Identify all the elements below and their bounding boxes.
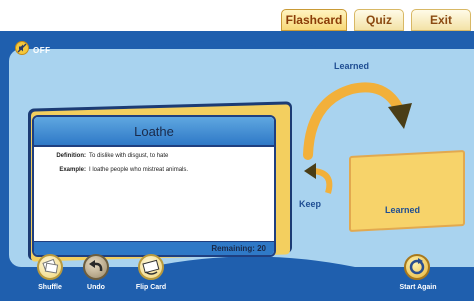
refresh-icon: [409, 258, 425, 275]
undo-icon: [89, 260, 103, 272]
sound-toggle[interactable]: OFF: [15, 41, 51, 60]
flip-card-button[interactable]: [138, 254, 164, 280]
learned-arrow-icon: [303, 82, 412, 160]
flashcard-stage: OFF Learned Keep Learned Loathe Definiti…: [0, 31, 474, 301]
flip-card-icon: [142, 259, 160, 275]
shuffle-button[interactable]: [37, 254, 63, 280]
start-again-label: Start Again: [399, 284, 437, 291]
shuffle-icon: [42, 258, 59, 274]
sound-state: OFF: [33, 46, 51, 55]
card-definition-row: Definition: To dislike with disgust, to h…: [48, 153, 168, 159]
undo-button[interactable]: [83, 254, 109, 280]
speaker-off-icon: [15, 41, 29, 60]
learned-pile-label: Learned: [385, 205, 421, 215]
tab-flashcard[interactable]: Flashcard: [281, 9, 347, 31]
shuffle-label: Shuffle: [38, 284, 62, 291]
learned-pile[interactable]: [349, 149, 465, 233]
undo-label: Undo: [87, 284, 105, 291]
flashcard[interactable]: Loathe Definition: To dislike with disgus…: [32, 115, 276, 257]
example-text: I loathe people who mistreat animals.: [89, 167, 189, 173]
tab-quiz[interactable]: Quiz: [354, 9, 404, 31]
definition-label: Definition:: [56, 153, 86, 159]
remaining-count: Remaining: 20: [34, 241, 274, 255]
keep-arrow-icon: [304, 163, 333, 194]
flip-card-label: Flip Card: [135, 284, 167, 291]
start-again-button[interactable]: [404, 254, 430, 280]
tab-exit[interactable]: Exit: [411, 9, 471, 31]
example-label: Example:: [59, 167, 86, 173]
learned-arrow-label: Learned: [334, 61, 370, 71]
definition-text: To dislike with disgust, to hate: [89, 153, 169, 159]
card-example-row: Example: I loathe people who mistreat ani…: [48, 167, 188, 173]
card-word: Loathe: [34, 117, 274, 147]
keep-label: Keep: [299, 199, 322, 209]
